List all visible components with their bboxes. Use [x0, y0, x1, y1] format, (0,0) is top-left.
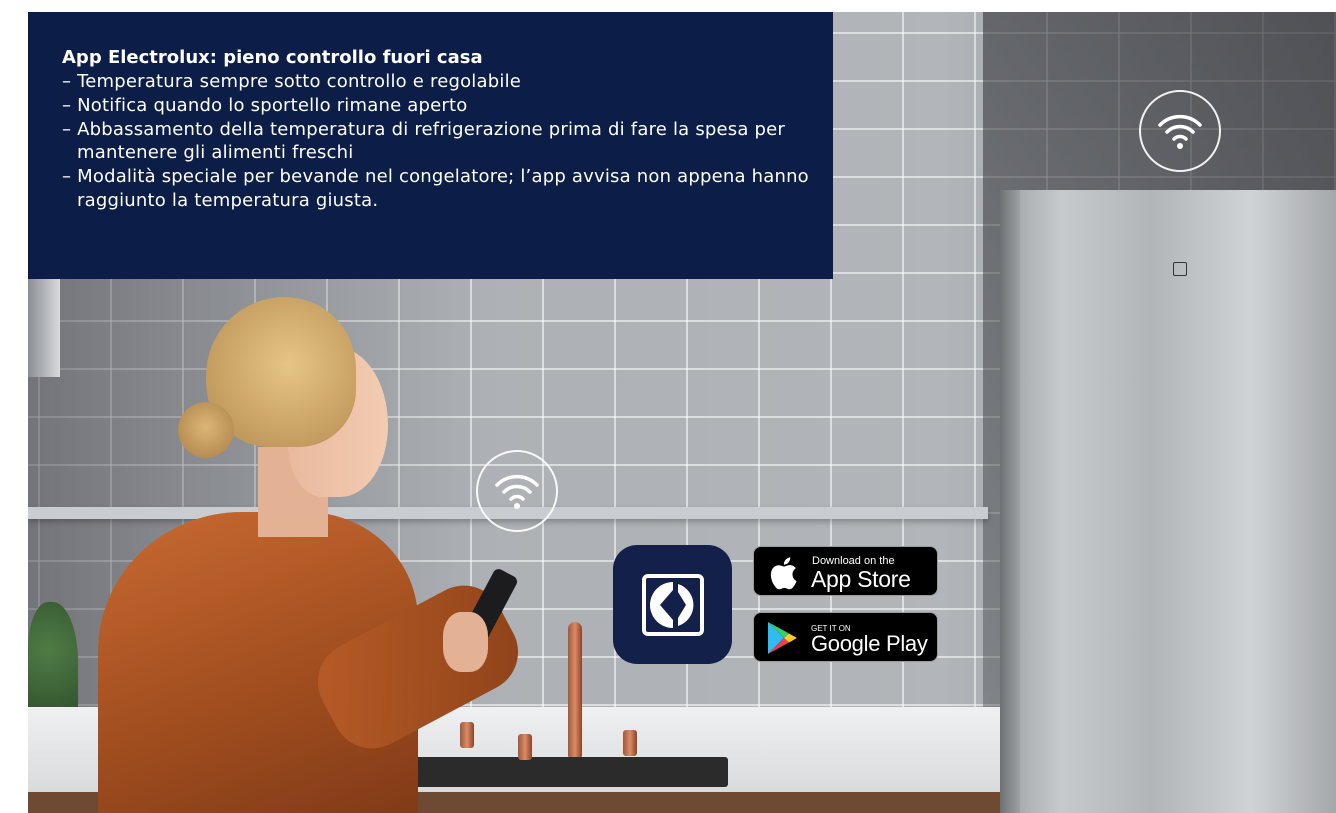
refrigerator	[1000, 190, 1336, 813]
wifi-icon	[476, 450, 558, 532]
electrolux-app-icon[interactable]	[613, 545, 732, 664]
list-item: – Modalità speciale per bevande nel cong…	[62, 166, 809, 211]
wifi-icon	[1139, 90, 1221, 172]
sink	[408, 757, 728, 787]
electrolux-logo-icon	[1173, 262, 1187, 276]
list-item: – Notifica quando lo sportello rimane ap…	[62, 94, 468, 116]
info-title: App Electrolux: pieno controllo fuori ca…	[62, 47, 483, 68]
app-store-badge[interactable]: Download on the App Store	[753, 546, 938, 596]
list-item: – Temperatura sempre sotto controllo e r…	[62, 71, 522, 92]
apple-icon	[768, 556, 798, 594]
feature-info-box: App Electrolux: pieno controllo fuori ca…	[28, 12, 833, 279]
list-item: – Abbassamento della temperatura di refr…	[62, 118, 786, 164]
faucet	[568, 622, 582, 757]
range-hood	[28, 277, 60, 377]
google-play-badge[interactable]: GET IT ON Google Play	[753, 612, 938, 662]
google-play-label: Google Play	[811, 631, 928, 656]
google-play-icon	[766, 621, 798, 659]
feature-list: – Temperatura sempre sotto controllo e r…	[62, 70, 813, 213]
app-store-label: App Store	[811, 566, 911, 592]
